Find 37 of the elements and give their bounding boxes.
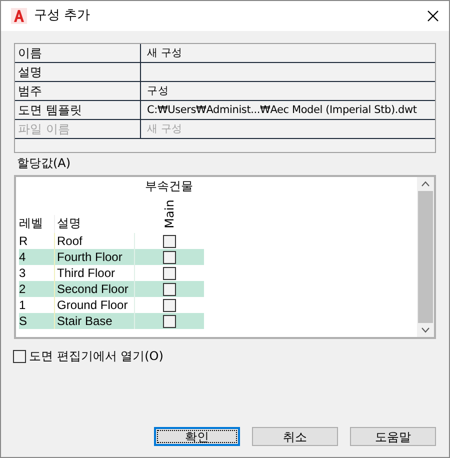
- property-value[interactable]: 새 구성: [141, 44, 435, 62]
- level-cell-text: 1: [19, 297, 27, 313]
- level-cell-text: 3: [19, 265, 27, 281]
- window-title: 구성 추가: [34, 7, 90, 26]
- open-in-editor-label[interactable]: 도면 편집기에서 열기(O): [29, 348, 164, 364]
- property-label: 범주: [15, 82, 141, 100]
- description-cell: Stair Base: [54, 313, 134, 329]
- app-logo-icon: [11, 8, 27, 24]
- assignments-label: 할당값(A): [17, 155, 72, 171]
- property-label: 도면 템플릿: [15, 101, 141, 119]
- checkbox[interactable]: [163, 282, 176, 296]
- level-cell-text: 2: [19, 281, 27, 297]
- table-row[interactable]: 2 Second Floor: [19, 281, 204, 297]
- checkbox[interactable]: [163, 250, 176, 264]
- checkbox[interactable]: [163, 314, 176, 328]
- scrollbar[interactable]: [417, 177, 434, 337]
- level-cell-text: S: [19, 313, 28, 329]
- dialog-button[interactable]: 도움말: [350, 427, 436, 446]
- property-value[interactable]: 구성: [141, 82, 435, 100]
- open-in-editor-checkbox[interactable]: [13, 350, 26, 362]
- column-header[interactable]: Main: [162, 200, 176, 228]
- column-group-header: 부속건물: [145, 179, 193, 193]
- dialog-button[interactable]: 확인: [154, 427, 240, 446]
- property-value[interactable]: C:₩Users₩Administ...₩Aec Model (Imperial Stb).dwt: [141, 101, 435, 119]
- property-label: 파일 이름: [15, 120, 141, 138]
- table-row[interactable]: 4 Fourth Floor: [19, 249, 204, 265]
- checkbox[interactable]: [163, 298, 176, 312]
- checkbox[interactable]: [163, 266, 176, 280]
- property-label: 설명: [15, 63, 141, 81]
- property-label: 이름: [15, 44, 141, 62]
- level-cell-text: R: [19, 233, 29, 249]
- checkbox[interactable]: [163, 234, 176, 248]
- table-row[interactable]: S Stair Base: [19, 313, 204, 329]
- close-icon[interactable]: [427, 10, 439, 22]
- level-cell-text: 4: [19, 249, 27, 265]
- column-header[interactable]: 레벨: [19, 215, 54, 233]
- dialog-button[interactable]: 취소: [252, 427, 338, 446]
